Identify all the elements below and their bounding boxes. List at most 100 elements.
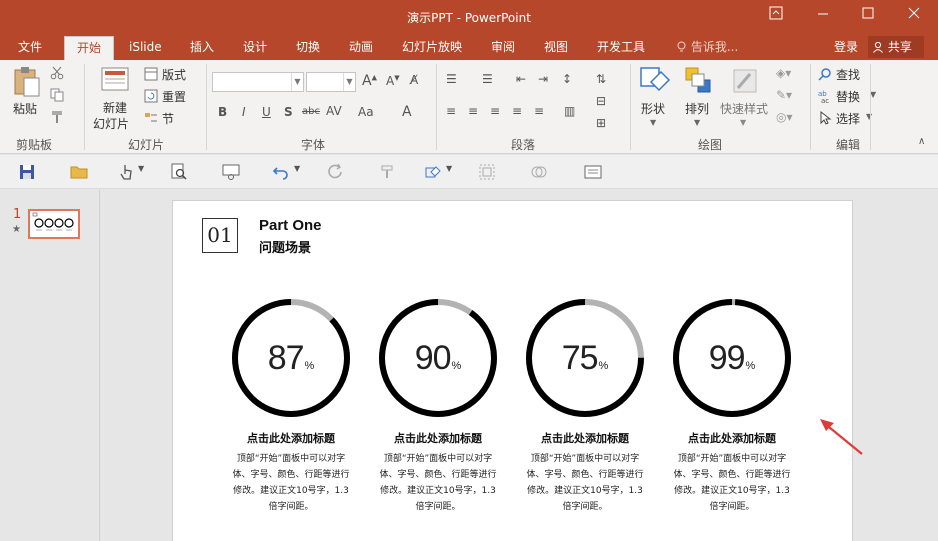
tab-view[interactable]: 视图 bbox=[544, 38, 568, 60]
shape-outline-icon[interactable]: ✎▾ bbox=[776, 88, 792, 102]
minimize-icon[interactable] bbox=[812, 6, 834, 26]
ribbon-tabs: 文件 开始 iSlide 插入 设计 切换 动画 幻灯片放映 审阅 视图 开发工… bbox=[0, 34, 938, 60]
paste-button[interactable]: 粘贴 bbox=[10, 66, 44, 120]
percentage-value: 99% bbox=[708, 339, 756, 377]
numbering-icon[interactable]: ☰ bbox=[482, 72, 493, 86]
close-icon[interactable] bbox=[903, 6, 925, 26]
arrange-label: 排列 bbox=[685, 102, 710, 116]
group-icon[interactable] bbox=[478, 163, 496, 181]
shapes-icon[interactable] bbox=[424, 163, 442, 181]
section-number[interactable]: 01 bbox=[202, 218, 238, 253]
reset-label: 重置 bbox=[162, 90, 187, 104]
slide-subtitle[interactable]: 问题场景 bbox=[259, 237, 311, 256]
card-title[interactable]: 点击此处添加标题 bbox=[515, 430, 655, 446]
share-button[interactable]: 共享 bbox=[868, 36, 924, 58]
increase-indent-icon[interactable]: ⇥ bbox=[538, 72, 548, 86]
arrange-button[interactable]: 排列 ▼ bbox=[680, 66, 718, 132]
login-link[interactable]: 登录 bbox=[834, 38, 858, 55]
distributed-icon[interactable]: ≡ bbox=[534, 104, 544, 118]
editing-group-label: 编辑 bbox=[836, 138, 861, 152]
open-folder-icon[interactable] bbox=[70, 163, 88, 181]
columns-icon[interactable]: ▥ bbox=[564, 104, 575, 118]
ribbon-display-options-icon[interactable] bbox=[765, 6, 787, 26]
chevron-down-icon[interactable]: ▼ bbox=[446, 164, 452, 173]
chevron-down-icon[interactable]: ▼ bbox=[294, 164, 300, 173]
separator bbox=[84, 64, 85, 150]
tab-file[interactable]: 文件 bbox=[18, 38, 42, 60]
bullets-icon[interactable]: ☰ bbox=[446, 72, 457, 86]
tab-slideshow[interactable]: 幻灯片放映 bbox=[402, 38, 462, 60]
format-painter-icon[interactable] bbox=[378, 163, 396, 181]
redo-icon[interactable] bbox=[326, 163, 344, 181]
shape-effects-icon[interactable]: ◎▾ bbox=[776, 110, 793, 124]
paragraph-group-label: 段落 bbox=[511, 138, 536, 152]
annotation-arrow-icon bbox=[820, 419, 863, 455]
font-size-combo[interactable]: ▼ bbox=[306, 72, 356, 92]
align-right-icon[interactable]: ≡ bbox=[490, 104, 500, 118]
text-direction-icon[interactable]: ⇅ bbox=[596, 72, 606, 86]
clear-format-icon[interactable]: A̸ bbox=[410, 73, 418, 87]
align-text-icon[interactable]: ⊟ bbox=[596, 94, 606, 108]
line-spacing-icon[interactable]: ↕ bbox=[562, 72, 572, 86]
smartart-icon[interactable]: ⊞ bbox=[596, 116, 606, 130]
tab-insert[interactable]: 插入 bbox=[190, 38, 214, 60]
italic-icon[interactable]: I bbox=[242, 105, 246, 119]
layout-icon bbox=[144, 67, 158, 81]
card-body[interactable]: 顶部“开始”面板中可以对字体、字号、颜色、行距等进行修改。建议正文10号字，1.… bbox=[524, 451, 646, 515]
strikethrough-icon[interactable]: abc bbox=[302, 106, 320, 117]
ribbon: 粘贴 剪贴板 新建 幻灯片 版式 重置 节 幻灯片 ▼ ▼ A▲ A▼ A̸ B… bbox=[0, 60, 938, 154]
copy-icon[interactable] bbox=[50, 88, 64, 102]
align-left-icon[interactable]: ≡ bbox=[446, 104, 456, 118]
progress-ring[interactable]: 75% bbox=[524, 297, 646, 419]
merge-shapes-icon[interactable] bbox=[530, 163, 548, 181]
slide-title[interactable]: Part One bbox=[259, 217, 322, 234]
tab-developer[interactable]: 开发工具 bbox=[597, 38, 645, 60]
card-body[interactable]: 顶部“开始”面板中可以对字体、字号、颜色、行距等进行修改。建议正文10号字，1.… bbox=[671, 451, 793, 515]
new-slide-button[interactable]: 新建 幻灯片 bbox=[92, 66, 138, 132]
underline-icon[interactable]: U bbox=[262, 105, 271, 119]
justify-icon[interactable]: ≡ bbox=[512, 104, 522, 118]
shape-fill-icon[interactable]: ◈▾ bbox=[776, 66, 791, 80]
change-case-icon[interactable]: Aa bbox=[358, 105, 374, 119]
card-title[interactable]: 点击此处添加标题 bbox=[221, 430, 361, 446]
card-title[interactable]: 点击此处添加标题 bbox=[662, 430, 802, 446]
card-body[interactable]: 顶部“开始”面板中可以对字体、字号、颜色、行距等进行修改。建议正文10号字，1.… bbox=[230, 451, 352, 515]
tab-animations[interactable]: 动画 bbox=[349, 38, 373, 60]
card-title[interactable]: 点击此处添加标题 bbox=[368, 430, 508, 446]
save-icon[interactable] bbox=[18, 163, 36, 181]
shadow-icon[interactable]: S bbox=[284, 105, 293, 119]
touch-mode-icon[interactable] bbox=[118, 163, 136, 181]
print-preview-icon[interactable] bbox=[170, 163, 188, 181]
cut-icon[interactable] bbox=[50, 66, 64, 80]
quick-styles-button[interactable]: 快速样式 ▼ bbox=[720, 66, 770, 132]
progress-ring[interactable]: 99% bbox=[671, 297, 793, 419]
collapse-ribbon-icon[interactable]: ∧ bbox=[918, 136, 925, 147]
image-icon[interactable] bbox=[584, 163, 602, 181]
tell-me-box[interactable]: 告诉我... bbox=[676, 38, 738, 55]
tab-design[interactable]: 设计 bbox=[243, 38, 267, 60]
font-color-icon[interactable]: A bbox=[402, 104, 412, 120]
bold-icon[interactable]: B bbox=[218, 105, 227, 119]
tab-transitions[interactable]: 切换 bbox=[296, 38, 320, 60]
tab-islide[interactable]: iSlide bbox=[129, 38, 162, 60]
shrink-font-icon[interactable]: A▼ bbox=[386, 74, 400, 88]
decrease-indent-icon[interactable]: ⇤ bbox=[516, 72, 526, 86]
presenter-view-icon[interactable] bbox=[222, 163, 240, 181]
maximize-icon[interactable] bbox=[857, 6, 879, 26]
tab-review[interactable]: 审阅 bbox=[491, 38, 515, 60]
progress-ring[interactable]: 90% bbox=[377, 297, 499, 419]
progress-ring[interactable]: 87% bbox=[230, 297, 352, 419]
slide-canvas[interactable]: 01 Part One 问题场景 87% 点击此处添加标题 顶部“开始”面板中可… bbox=[172, 200, 853, 541]
grow-font-icon[interactable]: A▲ bbox=[362, 73, 377, 89]
tab-home[interactable]: 开始 bbox=[64, 36, 115, 60]
chevron-down-icon[interactable]: ▼ bbox=[138, 164, 144, 173]
slide-thumbnail[interactable] bbox=[28, 209, 80, 239]
shapes-button[interactable]: 形状 ▼ bbox=[636, 66, 674, 132]
font-family-combo[interactable]: ▼ bbox=[212, 72, 304, 92]
card-body[interactable]: 顶部“开始”面板中可以对字体、字号、颜色、行距等进行修改。建议正文10号字，1.… bbox=[377, 451, 499, 515]
undo-icon[interactable] bbox=[272, 163, 290, 181]
quick-access-toolbar: ▼ ▼ ▼ bbox=[0, 155, 938, 189]
char-spacing-icon[interactable]: AV bbox=[326, 104, 342, 118]
align-center-icon[interactable]: ≡ bbox=[468, 104, 478, 118]
format-painter-icon[interactable] bbox=[50, 110, 64, 124]
